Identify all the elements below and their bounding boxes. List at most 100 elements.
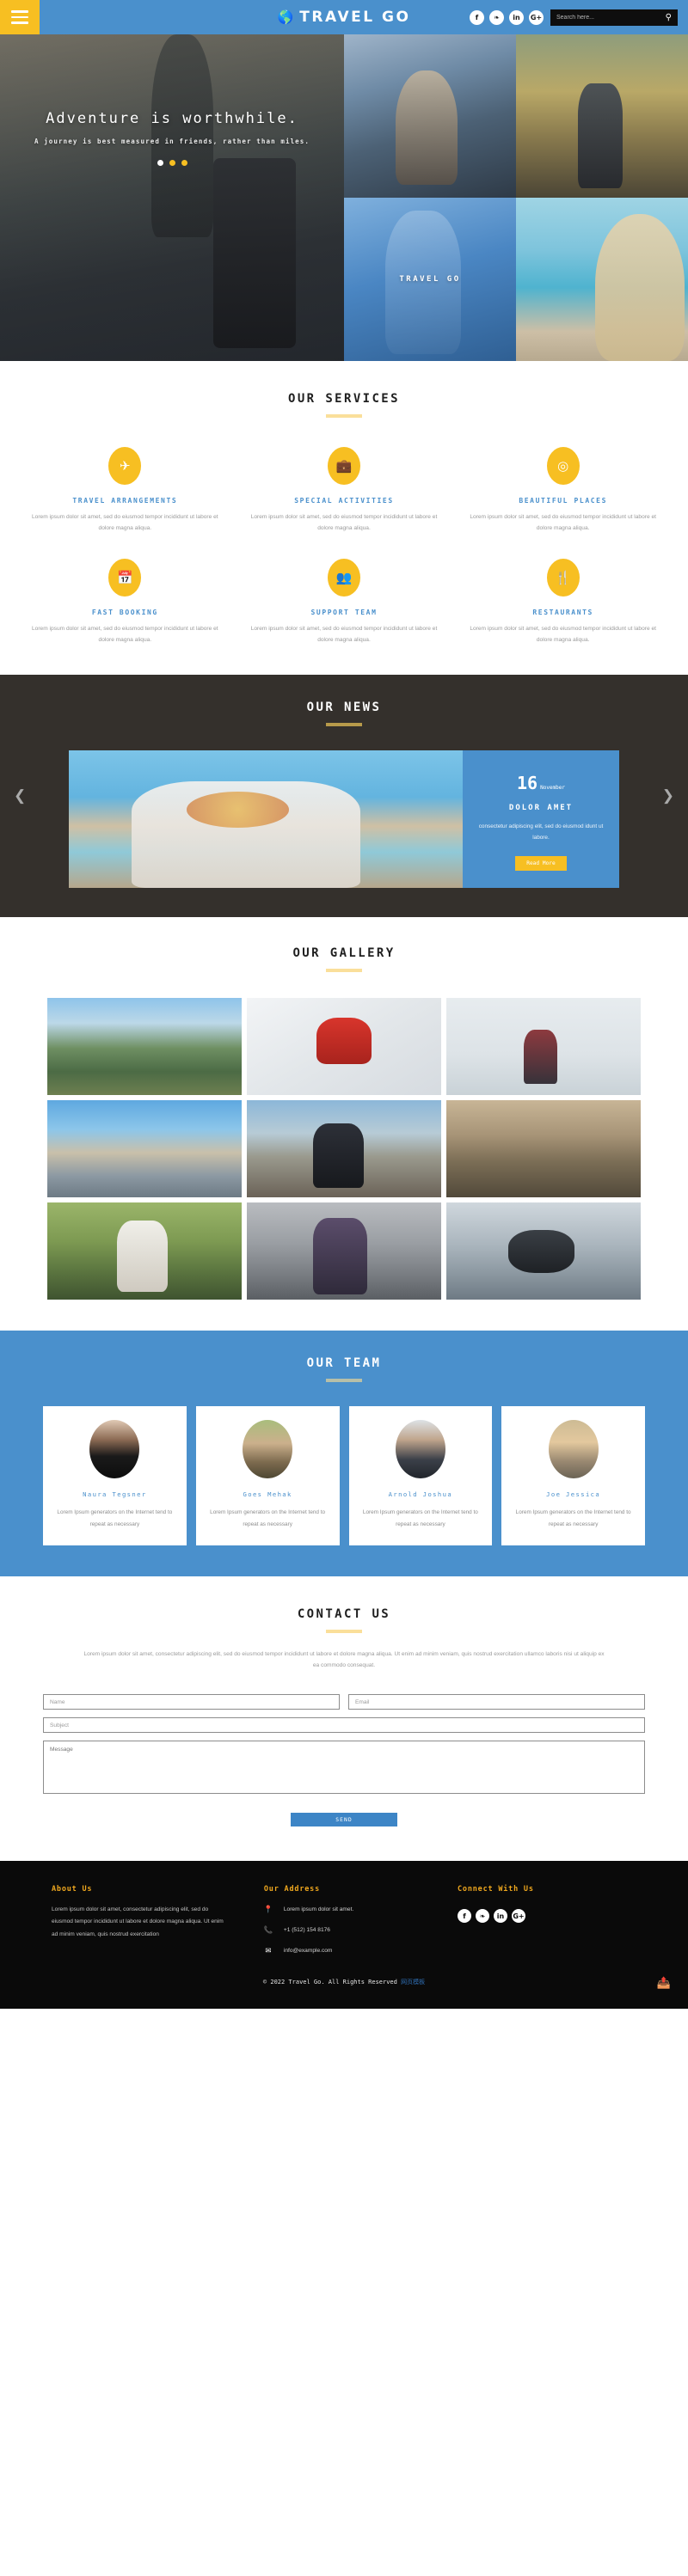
footer-about-text: Lorem ipsum dolor sit amet, consectetur …	[52, 1906, 224, 1937]
footer-address-line: 📍 Lorem ipsum dolor sit amet.	[264, 1905, 442, 1914]
news-text: consectetur adipiscing elit, sed do eius…	[478, 823, 604, 841]
gallery-title: OUR GALLERY	[292, 946, 396, 961]
facebook-icon[interactable]: f	[470, 9, 484, 25]
carousel-dot-1[interactable]	[157, 160, 163, 166]
news-section: OUR NEWS ❮ ❯ 16 November DOLOR AMET conse…	[0, 675, 688, 918]
google-plus-icon[interactable]: G+	[529, 9, 544, 25]
gallery-section: OUR GALLERY	[0, 917, 688, 1331]
gallery-item-man-by-lake[interactable]	[446, 998, 641, 1096]
avatar	[89, 1420, 140, 1479]
hero-subtitle: A journey is best measured in friends, r…	[34, 138, 310, 145]
contact-section: CONTACT US Lorem ipsum dolor sit amet, c…	[0, 1576, 688, 1862]
location-pin-icon: 📍	[263, 1905, 273, 1914]
facebook-icon[interactable]: f	[457, 1909, 471, 1924]
gallery-item-woman-driving[interactable]	[446, 1100, 641, 1198]
service-name: SUPPORT TEAM	[310, 608, 378, 616]
section-divider	[326, 723, 362, 727]
gallery-item-backpacker-railway[interactable]	[247, 1202, 441, 1300]
search-icon[interactable]: ⚲	[666, 13, 672, 22]
hero-tile-backpacker[interactable]	[516, 34, 688, 198]
hamburger-bar	[11, 21, 28, 24]
linkedin-icon[interactable]: in	[509, 9, 524, 25]
globe-icon: 🌎	[277, 10, 294, 25]
footer-connect-column: Connect With Us f ❧ in G+	[457, 1885, 645, 1955]
copyright-link[interactable]: 网页模板	[401, 1979, 425, 1986]
service-card[interactable]: 📅 FAST BOOKING Lorem ipsum dolor sit ame…	[22, 558, 228, 646]
service-desc: Lorem ipsum dolor sit amet, sed do eiusm…	[32, 625, 218, 643]
hero-section: Adventure is worthwhile. A journey is be…	[0, 34, 688, 361]
subject-input[interactable]	[43, 1717, 645, 1734]
services-section: OUR SERVICES ✈ TRAVEL ARRANGEMENTS Lorem…	[0, 361, 688, 676]
team-title: OUR TEAM	[306, 1356, 382, 1371]
service-card[interactable]: 💼 SPECIAL ACTIVITIES Lorem ipsum dolor s…	[242, 447, 447, 535]
service-desc: Lorem ipsum dolor sit amet, sed do eiusm…	[32, 514, 218, 531]
twitter-icon[interactable]: ❧	[475, 1909, 489, 1924]
team-member-card[interactable]: Goes Mehak Lorem Ipsum generators on the…	[195, 1406, 340, 1545]
copyright-text: © 2022 Travel Go. All Rights Reserved	[262, 1979, 402, 1986]
footer-about-title: About Us	[52, 1885, 93, 1894]
team-member-name: Arnold Joshua	[388, 1490, 453, 1499]
service-card[interactable]: ✈ TRAVEL ARRANGEMENTS Lorem ipsum dolor …	[22, 447, 228, 535]
email-input[interactable]	[348, 1694, 645, 1710]
service-desc: Lorem ipsum dolor sit amet, sed do eiusm…	[470, 514, 656, 531]
footer-phone-line[interactable]: 📞 +1 (512) 154 8176	[264, 1925, 442, 1935]
gallery-item-skier[interactable]	[247, 998, 441, 1096]
brand-name: TRAVEL GO	[299, 9, 411, 26]
service-name: SPECIAL ACTIVITIES	[294, 497, 394, 505]
search-input[interactable]	[556, 14, 662, 21]
twitter-icon[interactable]: ❧	[489, 9, 504, 25]
carousel-dots	[0, 160, 344, 166]
send-button[interactable]: SEND	[291, 1813, 397, 1827]
footer-email-text: info@example.com	[283, 1948, 333, 1955]
chevron-right-icon[interactable]: ❯	[662, 787, 674, 805]
carousel-dot-3[interactable]	[181, 160, 187, 166]
news-card: 16 November DOLOR AMET consectetur adipis…	[69, 750, 619, 889]
service-card[interactable]: ◎ BEAUTIFUL PLACES Lorem ipsum dolor sit…	[460, 447, 666, 535]
linkedin-icon[interactable]: in	[493, 1909, 507, 1924]
team-member-card[interactable]: Arnold Joshua Lorem Ipsum generators on …	[348, 1406, 493, 1545]
suitcase-icon: 💼	[327, 447, 360, 485]
news-day: 16	[517, 773, 538, 794]
gallery-grid	[47, 998, 641, 1300]
team-member-name: Goes Mehak	[243, 1490, 292, 1499]
people-icon: 👥	[327, 558, 360, 597]
team-member-card[interactable]: Joe Jessica Lorem Ipsum generators on th…	[501, 1406, 645, 1545]
service-card[interactable]: 🍴 RESTAURANTS Lorem ipsum dolor sit amet…	[460, 558, 666, 646]
search-box[interactable]: ⚲	[550, 9, 678, 26]
calendar-icon: 📅	[108, 558, 142, 597]
avatar	[548, 1420, 599, 1479]
hero-tile-beach[interactable]	[516, 198, 688, 361]
gallery-item-mountain-hiker[interactable]	[47, 998, 242, 1096]
hamburger-bar	[11, 15, 28, 19]
site-header: 🌎 TRAVEL GO f ❧ in G+ ⚲	[0, 0, 688, 34]
footer-address-text: Lorem ipsum dolor sit amet.	[283, 1906, 354, 1913]
news-date-row: 16 November	[476, 773, 605, 793]
message-textarea[interactable]	[43, 1741, 645, 1795]
hero-slider: Adventure is worthwhile. A journey is be…	[0, 34, 344, 361]
news-month: November	[540, 785, 565, 792]
team-member-card[interactable]: Naura Tegsner Lorem Ipsum generators on …	[43, 1406, 187, 1545]
news-heading: DOLOR AMET	[508, 804, 574, 813]
carousel-dot-2[interactable]	[169, 160, 175, 166]
news-photo	[69, 750, 463, 889]
gallery-item-city-bridge[interactable]	[47, 1100, 242, 1198]
hero-tile-grid: TRAVEL GO	[344, 34, 688, 361]
phone-icon: 📞	[263, 1925, 273, 1935]
read-more-button[interactable]: Read More	[515, 856, 567, 871]
send-button-wrap: SEND	[43, 1810, 645, 1827]
service-card[interactable]: 👥 SUPPORT TEAM Lorem ipsum dolor sit ame…	[242, 558, 447, 646]
cutlery-icon: 🍴	[546, 558, 580, 597]
hamburger-menu-icon[interactable]	[0, 0, 40, 34]
footer-email-line[interactable]: ✉ info@example.com	[264, 1946, 442, 1955]
share-icon[interactable]: 📤	[657, 1977, 671, 1990]
chevron-left-icon[interactable]: ❮	[14, 787, 26, 805]
google-plus-icon[interactable]: G+	[511, 1909, 525, 1924]
gallery-item-woman-at-harbor[interactable]	[247, 1100, 441, 1198]
hero-tile-travel-go[interactable]: TRAVEL GO	[344, 198, 516, 361]
gallery-item-skydiver[interactable]	[446, 1202, 641, 1300]
contact-title: CONTACT US	[297, 1606, 391, 1621]
name-input[interactable]	[43, 1694, 340, 1710]
team-member-desc: Lorem Ipsum generators on the Internet t…	[362, 1509, 478, 1527]
hero-tile-mountains[interactable]	[344, 34, 516, 198]
gallery-item-woman-in-field[interactable]	[47, 1202, 242, 1300]
